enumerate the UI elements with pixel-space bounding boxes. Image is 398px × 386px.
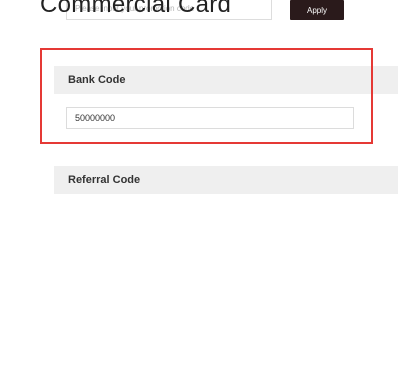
referral-code-header[interactable]: Referral Code bbox=[54, 166, 398, 194]
highlight-annotation-box bbox=[40, 48, 373, 144]
overlay-title: Commercial Card bbox=[40, 0, 232, 18]
payment-form-page: Commercial Card Please input your promot… bbox=[0, 0, 398, 386]
apply-button[interactable]: Apply bbox=[290, 0, 344, 20]
referral-code-label: Referral Code bbox=[68, 174, 141, 186]
